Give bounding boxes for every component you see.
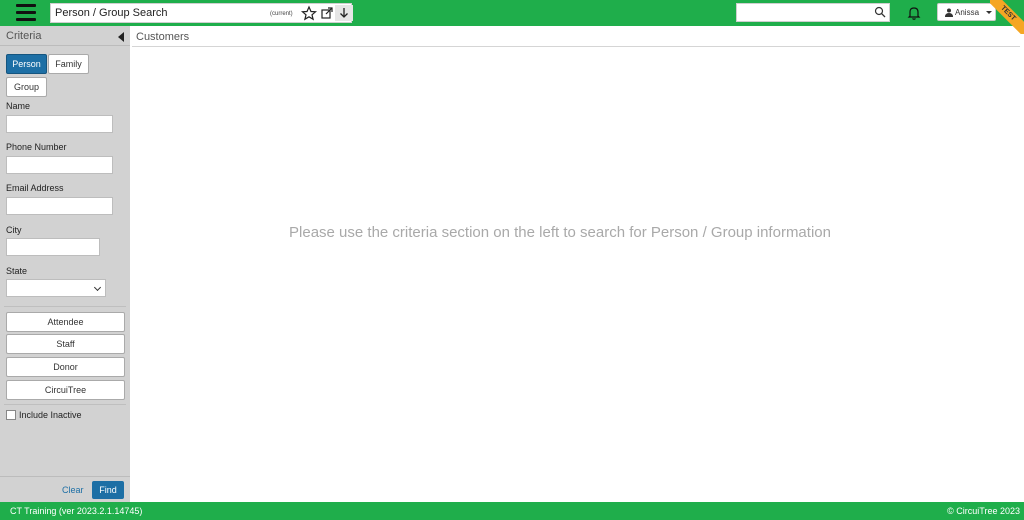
- family-type-button[interactable]: Family: [48, 54, 89, 74]
- main-content: Customers Please use the criteria sectio…: [130, 26, 1024, 502]
- user-menu-button[interactable]: Anissa: [937, 3, 996, 21]
- global-search-input[interactable]: [736, 3, 890, 22]
- divider: [132, 46, 1020, 47]
- phone-input[interactable]: [6, 156, 113, 174]
- criteria-header: Criteria: [0, 26, 130, 46]
- search-icon[interactable]: [874, 6, 886, 21]
- criteria-title: Criteria: [6, 30, 42, 42]
- attendee-button[interactable]: Attendee: [6, 312, 125, 332]
- user-name: Anissa: [955, 8, 980, 17]
- collapse-sidebar-icon[interactable]: [118, 32, 124, 42]
- hamburger-menu-icon[interactable]: [16, 4, 36, 22]
- clear-link[interactable]: Clear: [62, 485, 84, 495]
- find-button[interactable]: Find: [92, 481, 124, 499]
- email-input[interactable]: [6, 197, 113, 215]
- staff-button[interactable]: Staff: [6, 334, 125, 354]
- group-type-button[interactable]: Group: [6, 77, 47, 97]
- page-title-bar: Person / Group Search (current): [50, 3, 353, 23]
- version-text: CT Training (ver 2023.2.1.14745): [10, 506, 143, 516]
- top-bar: Person / Group Search (current) Anissa T…: [0, 0, 1024, 34]
- state-label: State: [6, 266, 28, 276]
- divider: [4, 404, 126, 405]
- divider: [4, 306, 126, 307]
- phone-label: Phone Number: [6, 142, 67, 152]
- empty-state-message: Please use the criteria section on the l…: [289, 224, 831, 241]
- current-tag: (current): [270, 11, 293, 17]
- city-label: City: [6, 225, 22, 235]
- sidebar-footer: Clear Find: [0, 476, 130, 502]
- donor-button[interactable]: Donor: [6, 357, 125, 377]
- name-label: Name: [6, 101, 31, 111]
- arrow-down-icon[interactable]: [335, 5, 353, 21]
- customers-tab: Customers: [136, 31, 190, 43]
- criteria-sidebar: Criteria Person Family Group Name Phone …: [0, 26, 130, 502]
- page-title: Person / Group Search: [55, 7, 168, 19]
- include-inactive-label: Include Inactive: [19, 410, 82, 420]
- city-input[interactable]: [6, 238, 100, 256]
- test-environment-ribbon: TEST: [990, 0, 1024, 34]
- person-type-button[interactable]: Person: [6, 54, 47, 74]
- test-badge: TEST: [990, 0, 1024, 34]
- star-icon[interactable]: [300, 5, 318, 21]
- email-label: Email Address: [6, 183, 64, 193]
- name-input[interactable]: [6, 115, 113, 133]
- state-select[interactable]: [6, 279, 106, 297]
- copyright-text: © CircuiTree 2023: [947, 506, 1020, 516]
- bell-icon[interactable]: [906, 5, 922, 21]
- footer-bar: CT Training (ver 2023.2.1.14745) © Circu…: [0, 502, 1024, 520]
- circuitree-button[interactable]: CircuiTree: [6, 380, 125, 400]
- user-icon: [945, 8, 953, 19]
- open-external-icon[interactable]: [318, 5, 336, 21]
- include-inactive-checkbox[interactable]: [6, 410, 16, 420]
- chevron-down-icon: [93, 283, 102, 292]
